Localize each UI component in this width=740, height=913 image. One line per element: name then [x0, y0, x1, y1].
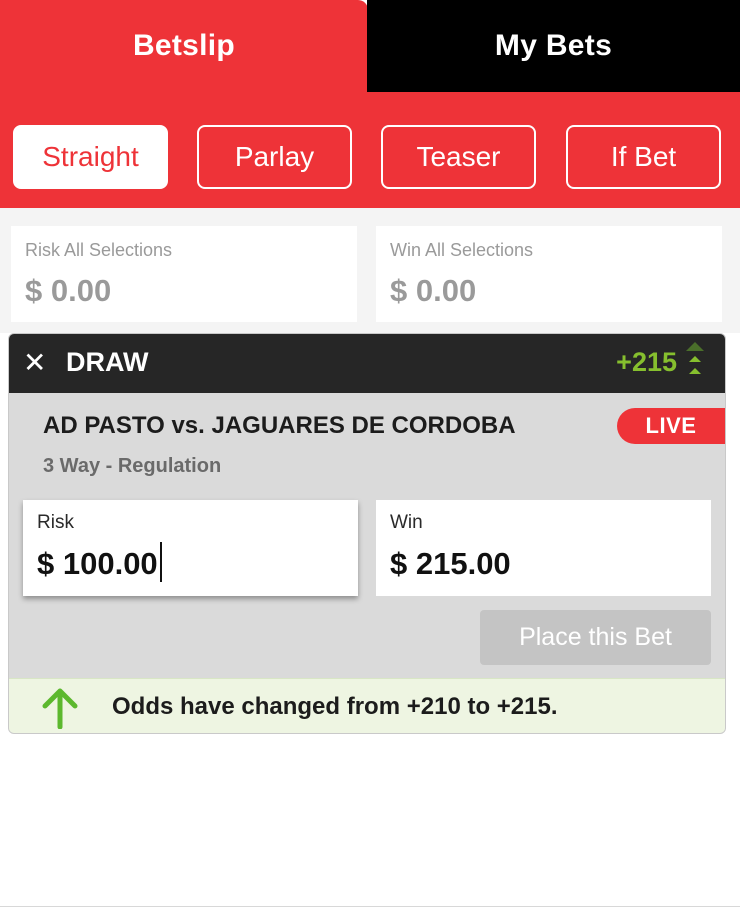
bet-card-header: ✕ DRAW +215	[9, 334, 725, 393]
match-title: AD PASTO vs. JAGUARES DE CORDOBA	[43, 412, 516, 439]
all-selections-panel: Risk All Selections $ 0.00 Win All Selec…	[0, 208, 740, 333]
risk-value: $ 100.00	[37, 546, 158, 581]
straight-button[interactable]: Straight	[13, 125, 168, 189]
bet-type-bar: Straight Parlay Teaser If Bet	[0, 92, 740, 208]
odds-change-notice: Odds have changed from +210 to +215.	[9, 678, 725, 733]
bet-card: ✕ DRAW +215 AD PASTO vs. JAGUARES DE COR…	[8, 333, 726, 734]
win-all-selections-label: Win All Selections	[390, 240, 534, 260]
place-bet-button[interactable]: Place this Bet	[480, 610, 711, 665]
tab-betslip[interactable]: Betslip	[0, 0, 368, 92]
risk-input[interactable]: Risk $ 100.00	[23, 500, 358, 596]
win-label: Win	[390, 512, 423, 533]
odds-change-message: Odds have changed from +210 to +215.	[112, 693, 558, 720]
win-all-selections-value: $ 0.00	[390, 273, 477, 308]
win-input[interactable]: Win $ 215.00	[376, 500, 711, 596]
win-value: $ 215.00	[390, 546, 511, 581]
tab-bar: Betslip My Bets	[0, 0, 740, 92]
risk-all-selections-field[interactable]: Risk All Selections $ 0.00	[11, 226, 357, 322]
betslip-app: Betslip My Bets Straight Parlay Teaser I…	[0, 0, 740, 913]
selection-name: DRAW	[66, 347, 149, 377]
market-name: 3 Way - Regulation	[43, 455, 222, 477]
risk-all-selections-value: $ 0.00	[25, 273, 112, 308]
odds-value: +215	[616, 347, 677, 377]
divider	[0, 906, 740, 907]
win-all-selections-field[interactable]: Win All Selections $ 0.00	[376, 226, 722, 322]
teaser-button[interactable]: Teaser	[381, 125, 536, 189]
if-bet-button[interactable]: If Bet	[566, 125, 721, 189]
live-badge: LIVE	[617, 408, 725, 444]
parlay-button[interactable]: Parlay	[197, 125, 352, 189]
risk-all-selections-label: Risk All Selections	[25, 240, 173, 260]
odds-up-arrows-icon	[686, 342, 704, 374]
risk-label: Risk	[37, 512, 74, 533]
text-cursor	[159, 542, 162, 582]
tab-my-bets[interactable]: My Bets	[367, 0, 740, 92]
arrow-up-icon	[42, 688, 78, 729]
close-icon[interactable]: ✕	[23, 346, 46, 379]
